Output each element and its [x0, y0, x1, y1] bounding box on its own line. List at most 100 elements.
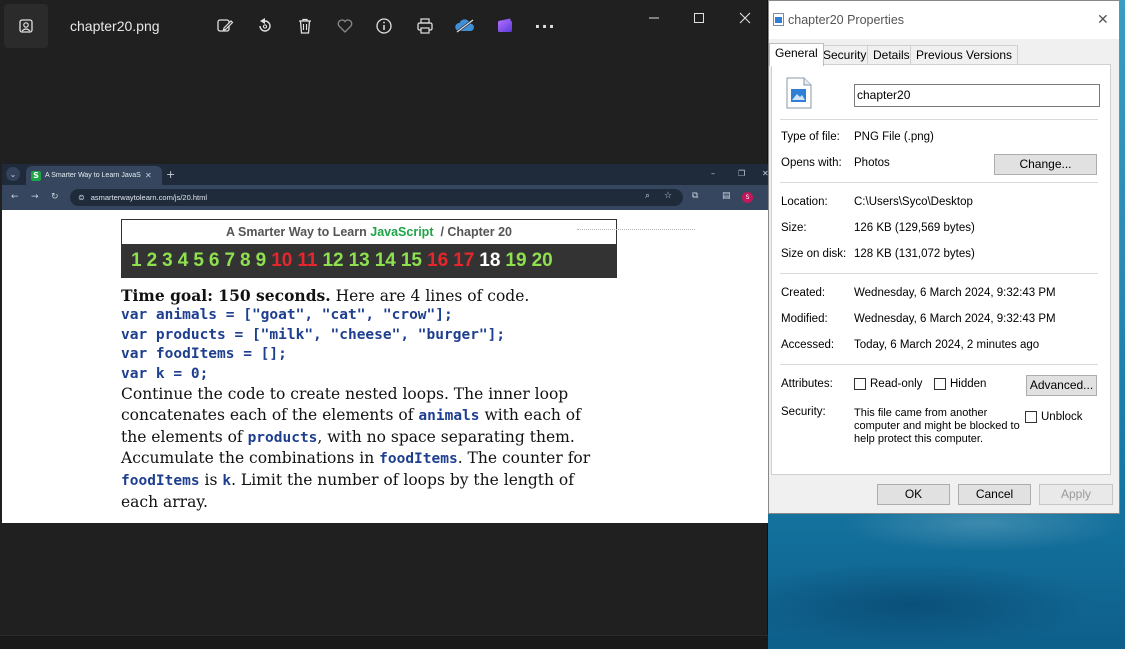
onedrive-cloud-icon[interactable]	[453, 14, 477, 38]
chapter-number: 14	[374, 250, 396, 271]
properties-title: chapter20 Properties	[788, 13, 905, 27]
read-only-label: Read-only	[870, 378, 923, 390]
read-only-checkbox[interactable]: Read-only	[854, 378, 922, 390]
divider	[780, 364, 1098, 365]
created-value: Wednesday, 6 March 2024, 9:32:43 PM	[854, 287, 1056, 299]
dotted-divider	[577, 229, 695, 230]
opens-with-value: Photos	[854, 157, 890, 169]
tab-security[interactable]: Security	[817, 45, 873, 65]
time-goal-rest: Here are 4 lines of code.	[330, 287, 530, 305]
unblock-label: Unblock	[1041, 411, 1083, 423]
change-button[interactable]: Change...	[994, 154, 1097, 175]
photos-app-icon[interactable]	[4, 4, 48, 48]
chapter-number: 19	[505, 250, 527, 271]
properties-dialog: chapter20 Properties ✕ General Security …	[768, 0, 1120, 514]
security-label: Security:	[781, 406, 826, 418]
site-favicon: S	[31, 170, 41, 181]
edit-image-icon[interactable]	[213, 14, 237, 38]
chapter-number: 12	[322, 250, 344, 271]
profile-avatar: S	[742, 192, 753, 203]
browser-toolbar: ← → ↻ ⊜ asmarterwaytolearn.com/js/20.htm…	[2, 185, 768, 210]
unblock-checkbox[interactable]: Unblock	[1025, 411, 1083, 423]
browser-tabbar: ⌄ S A Smarter Way to Learn JavaS ✕ + – ❐…	[2, 164, 768, 185]
print-icon[interactable]	[413, 14, 437, 38]
clipchamp-video-icon[interactable]	[493, 14, 517, 38]
bookmark-star-icon: ☆	[664, 191, 673, 201]
chapter-number: 11	[297, 250, 318, 271]
browser-restore-icon: ❐	[738, 169, 746, 178]
tab-search-icon: ⌄	[6, 167, 20, 181]
inline-code: k	[222, 473, 232, 490]
code-line: var products = ["milk", "cheese", "burge…	[121, 326, 506, 343]
chapter-number: 3	[162, 250, 173, 271]
header-chapter: / Chapter 20	[440, 225, 512, 239]
checkbox-box[interactable]	[1025, 411, 1037, 423]
code-line: var foodItems = [];	[121, 346, 287, 362]
png-file-icon	[786, 77, 812, 109]
apply-button[interactable]: Apply	[1039, 484, 1113, 505]
chapter-number: 8	[240, 250, 251, 271]
chapter-number: 6	[208, 250, 220, 271]
ok-button[interactable]: OK	[877, 484, 950, 505]
hidden-label: Hidden	[950, 378, 987, 390]
info-icon[interactable]	[372, 14, 396, 38]
chapter-number-list: 1 2 3 4 5 6 7 8 9 10 11 12 13 14 15 16 17 18 19 20	[122, 244, 616, 278]
url-text: asmarterwaytolearn.com/js/20.html	[90, 193, 207, 202]
rotate-icon[interactable]	[253, 14, 277, 38]
displayed-image: ⌄ S A Smarter Way to Learn JavaS ✕ + – ❐…	[2, 164, 768, 523]
site-info-icon: ⊜	[78, 193, 85, 202]
chapter-number: 9	[255, 250, 267, 271]
properties-titlebar: chapter20 Properties ✕	[769, 1, 1119, 39]
address-bar: ⊜ asmarterwaytolearn.com/js/20.html	[70, 189, 683, 206]
size-value: 126 KB (129,569 bytes)	[854, 222, 975, 234]
tab-general[interactable]: General	[769, 43, 824, 66]
back-arrow-icon: ←	[11, 192, 19, 202]
size-on-disk-label: Size on disk:	[781, 248, 847, 260]
location-label: Location:	[781, 196, 828, 208]
tab-previous-versions[interactable]: Previous Versions	[910, 45, 1019, 65]
extensions-icon: ⧉	[692, 191, 699, 201]
close-icon[interactable]	[733, 8, 757, 28]
favorite-heart-icon[interactable]	[333, 14, 357, 38]
divider	[780, 182, 1098, 183]
advanced-button[interactable]: Advanced...	[1026, 375, 1097, 396]
chapter-number: 4	[177, 250, 189, 271]
header-prefix: A Smarter Way to Learn	[225, 225, 367, 239]
cancel-button[interactable]: Cancel	[958, 484, 1031, 505]
properties-tabs: General Security Details Previous Versio…	[769, 43, 1119, 66]
minimize-icon[interactable]	[642, 8, 666, 28]
accessed-value: Today, 6 March 2024, 2 minutes ago	[854, 339, 1040, 351]
chapter-number: 20	[531, 250, 553, 271]
checkbox-box[interactable]	[854, 378, 866, 390]
browser-minimize-icon: –	[711, 169, 715, 178]
time-goal-line: Time goal: 150 seconds. Here are 4 lines…	[121, 286, 591, 306]
general-tab-panel: chapter20 Type of file: PNG File (.png) …	[771, 64, 1111, 475]
zoom-icon: ⌕	[645, 191, 651, 201]
header-javascript: JavaScript	[370, 225, 434, 239]
delete-icon[interactable]	[293, 14, 317, 38]
reload-icon: ↻	[51, 192, 59, 202]
location-value: C:\Users\Syco\Desktop	[854, 196, 973, 208]
more-options-icon[interactable]: ···	[533, 14, 557, 38]
accessed-label: Accessed:	[781, 339, 835, 351]
maximize-icon[interactable]	[687, 8, 711, 28]
divider	[780, 119, 1098, 120]
modified-label: Modified:	[781, 313, 828, 325]
instructions-text: . The counter for	[457, 449, 591, 468]
inline-code: animals	[418, 407, 480, 424]
forward-arrow-icon: →	[31, 192, 39, 202]
side-panel-icon: ▤	[722, 191, 731, 201]
file-name-field[interactable]: chapter20	[854, 84, 1100, 107]
close-icon[interactable]: ✕	[1097, 11, 1109, 28]
security-warning-text: This file came from another computer and…	[854, 407, 1020, 445]
chapter-number: 13	[348, 250, 370, 271]
code-line: var animals = ["goat", "cat", "crow"];	[121, 307, 453, 323]
modified-value: Wednesday, 6 March 2024, 9:32:43 PM	[854, 313, 1056, 325]
checkbox-box[interactable]	[934, 378, 946, 390]
hidden-checkbox[interactable]: Hidden	[934, 378, 986, 390]
png-file-icon	[773, 13, 784, 26]
tab-details[interactable]: Details	[867, 45, 916, 65]
exercise-text: Time goal: 150 seconds. Here are 4 lines…	[121, 286, 591, 513]
photos-titlebar: chapter20.png ···	[0, 0, 768, 52]
chapter-number: 2	[146, 250, 158, 271]
